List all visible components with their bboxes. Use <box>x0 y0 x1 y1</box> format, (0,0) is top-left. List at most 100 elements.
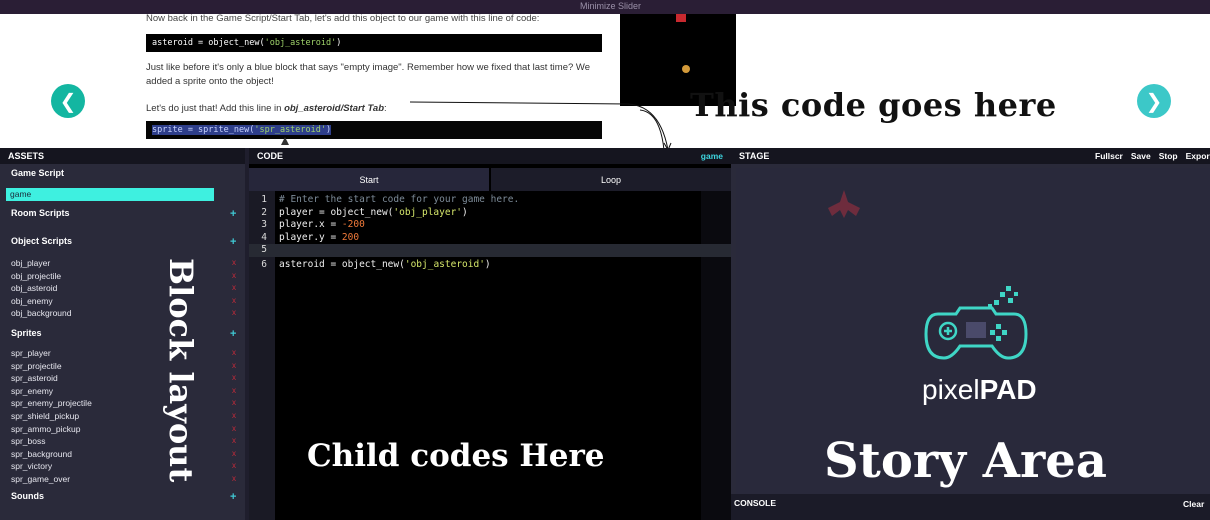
remove-sprite-icon[interactable]: x <box>232 474 236 483</box>
remove-sprite-icon[interactable]: x <box>232 424 236 433</box>
fullscreen-button[interactable]: Fullscr <box>1095 151 1123 161</box>
code-text: sprite = sprite_new( <box>152 125 255 135</box>
remove-sprite-icon[interactable]: x <box>232 386 236 395</box>
pixelpad-logo-text: pixelPAD <box>922 374 1037 406</box>
annotation-child-codes: Child codes Here <box>307 438 605 474</box>
code-string: 'obj_player' <box>393 206 463 218</box>
code-text: player.x = <box>279 219 342 230</box>
code-text: ) <box>336 38 342 48</box>
tab-loop[interactable]: Loop <box>491 168 731 191</box>
paragraph-text: Let's do just that! Add this line in <box>146 103 285 114</box>
sprite-item[interactable]: spr_shield_pickup <box>11 411 79 421</box>
code-line: 4 player.y = 200 <box>249 232 731 245</box>
line-number: 1 <box>261 194 267 205</box>
line-number: 3 <box>261 219 267 230</box>
remove-sprite-icon[interactable]: x <box>232 461 236 470</box>
remove-sprite-icon[interactable]: x <box>232 411 236 420</box>
code-number: -200 <box>341 219 365 230</box>
sprite-item[interactable]: spr_projectile <box>11 361 62 371</box>
code-line: 1 # Enter the start code for your game he… <box>249 194 731 207</box>
console-panel: CONSOLE Clear <box>731 494 1210 520</box>
code-header: CODE <box>249 148 731 164</box>
tutorial-paragraph-2: Let's do just that! Add this line in obj… <box>146 102 387 116</box>
code-number: 200 <box>341 231 360 243</box>
sprite-item[interactable]: spr_enemy_projectile <box>11 398 92 408</box>
assets-panel: ASSETS Game Script game Room Scripts + O… <box>0 148 245 520</box>
object-item[interactable]: obj_asteroid <box>11 283 57 293</box>
line-number: 4 <box>261 231 267 243</box>
prev-slide-button[interactable]: ❮ <box>51 84 85 118</box>
sprite-item[interactable]: spr_enemy <box>11 386 53 396</box>
remove-sprite-icon[interactable]: x <box>232 398 236 407</box>
object-item[interactable]: obj_enemy <box>11 296 53 306</box>
line-number: 5 <box>261 244 267 255</box>
remove-sprite-icon[interactable]: x <box>232 436 236 445</box>
object-item[interactable]: obj_projectile <box>11 271 61 281</box>
add-sound-button[interactable]: + <box>230 491 236 503</box>
tutorial-code-line-2[interactable]: sprite = sprite_new('spr_asteroid') <box>146 121 602 139</box>
chevron-right-icon: ❯ <box>1145 90 1163 113</box>
logo-text-light: pixel <box>922 374 980 405</box>
remove-object-icon[interactable]: x <box>232 271 236 280</box>
sprite-item[interactable]: spr_ammo_pickup <box>11 424 80 434</box>
sprite-item[interactable]: spr_asteroid <box>11 373 58 383</box>
remove-sprite-icon[interactable]: x <box>232 361 236 370</box>
code-text: ) <box>484 258 491 270</box>
room-scripts-title: Room Scripts <box>11 208 70 218</box>
tab-start[interactable]: Start <box>249 168 489 191</box>
remove-sprite-icon[interactable]: x <box>232 348 236 357</box>
code-text: asteroid = object_new( <box>279 258 405 270</box>
annotation-story-area: Story Area <box>824 433 1107 489</box>
player-ship-icon <box>828 190 860 218</box>
remove-object-icon[interactable]: x <box>232 258 236 267</box>
game-script-title: Game Script <box>11 168 65 178</box>
next-slide-button[interactable]: ❯ <box>1137 84 1171 118</box>
paragraph-text: : <box>384 103 387 114</box>
sprites-title: Sprites <box>11 328 42 338</box>
sprite-item[interactable]: spr_player <box>11 348 51 358</box>
remove-object-icon[interactable]: x <box>232 296 236 305</box>
code-line: 3 player.x = -200 <box>249 219 731 232</box>
object-item[interactable]: obj_player <box>11 258 50 268</box>
stage-canvas[interactable]: pixelPAD Story Area <box>736 168 1210 494</box>
sprite-item[interactable]: spr_victory <box>11 461 52 471</box>
object-item[interactable]: obj_background <box>11 308 72 318</box>
stage-toolbar: Fullscr Save Stop Export <box>1095 151 1210 161</box>
tab-reference: obj_asteroid/Start Tab <box>284 103 385 114</box>
line-number: 6 <box>261 258 267 270</box>
add-sprite-button[interactable]: + <box>230 328 236 340</box>
annotation-code-goes-here: This code goes here <box>690 86 1057 124</box>
current-file-label: game <box>700 151 723 161</box>
line-number: 2 <box>261 206 267 218</box>
code-text: ) <box>462 206 468 218</box>
remove-object-icon[interactable]: x <box>232 308 236 317</box>
tutorial-panel: ❮ ❯ Now back in the Game Script/Start Ta… <box>0 13 1210 148</box>
export-button[interactable]: Export <box>1186 151 1210 161</box>
logo-text-bold: PAD <box>979 374 1037 405</box>
remove-sprite-icon[interactable]: x <box>232 373 236 382</box>
sprite-item[interactable]: spr_background <box>11 449 72 459</box>
code-text: player = object_new( <box>279 206 394 218</box>
selected-code: sprite = sprite_new('spr_asteroid') <box>152 125 332 135</box>
add-room-script-button[interactable]: + <box>230 208 236 220</box>
tutorial-paragraph-1: Just like before it's only a blue block … <box>146 62 590 87</box>
save-button[interactable]: Save <box>1131 151 1151 161</box>
remove-object-icon[interactable]: x <box>232 283 236 292</box>
assets-header: ASSETS <box>0 148 245 164</box>
chevron-left-icon: ❮ <box>59 90 77 113</box>
code-string: 'spr_asteroid' <box>254 125 327 135</box>
code-text: player.y = <box>279 231 342 243</box>
game-script-item[interactable]: game <box>6 188 214 201</box>
remove-sprite-icon[interactable]: x <box>232 449 236 458</box>
code-string: 'obj_asteroid' <box>264 38 337 48</box>
code-line: 2 player = object_new('obj_player') <box>249 207 731 220</box>
ide-workspace: ASSETS Game Script game Room Scripts + O… <box>0 148 1210 520</box>
sprite-item[interactable]: spr_boss <box>11 436 46 446</box>
code-text: asteroid = object_new( <box>152 38 265 48</box>
console-clear-button[interactable]: Clear <box>1183 499 1204 509</box>
sprite-item[interactable]: spr_game_over <box>11 474 70 484</box>
code-editor[interactable]: 1 # Enter the start code for your game he… <box>249 194 731 271</box>
stop-button[interactable]: Stop <box>1159 151 1178 161</box>
add-object-script-button[interactable]: + <box>230 236 236 248</box>
minimize-slider-label[interactable]: Minimize Slider <box>580 1 641 11</box>
